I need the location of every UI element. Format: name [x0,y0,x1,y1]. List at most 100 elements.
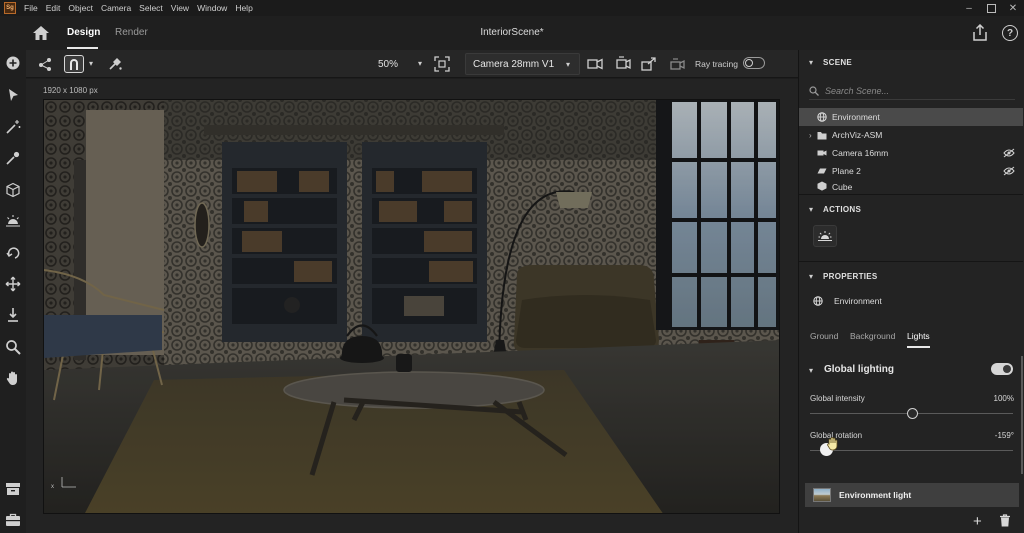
app-logo: Sg [4,2,16,14]
scene-item-archviz-asm[interactable]: › ArchViz-ASM [799,126,1023,144]
global-intensity-value[interactable]: 100% [994,394,1014,403]
zoom-value: 50% [378,58,399,70]
ray-tracing-toggle-knob [745,59,753,67]
send-to-render-icon[interactable] [668,55,686,73]
camera-value: Camera 28mm V1 [473,58,555,70]
interior-render-image [44,100,779,513]
scene-section-title: SCENE [823,58,853,67]
close-icon[interactable]: ✕ [1006,1,1020,15]
hand-icon[interactable] [4,369,22,387]
export-icon[interactable] [640,55,658,73]
share-icon[interactable] [972,23,988,42]
camera-chevron-icon: ▾ [566,60,571,69]
scene-item-label: Environment [832,112,880,122]
actions-section-title: ACTIONS [823,205,862,214]
scene-item-camera-16mm[interactable]: Camera 16mm [799,144,1023,162]
align-to-surface-icon[interactable] [106,55,124,73]
light-item-environment-light[interactable]: Environment light [805,483,1019,507]
camera-select[interactable]: Camera 28mm V1 ▾ [465,53,580,75]
orbit-icon[interactable] [4,244,22,262]
expand-chevron-icon[interactable]: › [809,131,817,140]
menu-window[interactable]: Window [197,3,227,13]
menu-help[interactable]: Help [235,3,252,13]
light-tool-icon[interactable] [4,212,22,230]
tab-ground[interactable]: Ground [810,331,838,341]
menu-view[interactable]: View [171,3,189,13]
menu-bar: Sg File Edit Object Camera Select View W… [0,0,1024,16]
scene-item-cube[interactable]: Cube [799,180,1023,192]
minimize-icon[interactable]: – [962,1,976,15]
maximize-icon[interactable] [984,1,998,15]
menu-object[interactable]: Object [68,3,93,13]
right-panel: ▾ SCENE Environment › ArchViz-ASM Camera… [798,50,1024,533]
eye-off-icon[interactable] [1003,166,1015,176]
zoom-chevron-icon: ▾ [418,59,423,68]
move-icon[interactable] [4,275,22,293]
select-arrow-icon[interactable] [4,86,22,104]
zoom-icon[interactable] [4,338,22,356]
viewport-toolbar: ▾ 50% ▾ Camera 28mm V1 ▾ Ray tracing [26,50,798,78]
scene-search[interactable] [809,82,1015,100]
3d-viewport[interactable]: x [43,99,780,514]
tab-lights[interactable]: Lights [907,331,930,341]
axis-gizmo-icon: x [51,477,76,489]
toolbox-icon[interactable] [4,511,22,529]
global-rotation-slider[interactable] [810,450,1013,451]
global-intensity-slider-thumb[interactable] [906,408,918,419]
scene-search-input[interactable] [825,85,1005,96]
add-icon[interactable] [4,54,22,72]
global-lighting-title: Global lighting [824,364,894,375]
properties-collapse-icon[interactable]: ▾ [809,272,813,281]
menu-camera[interactable]: Camera [101,3,131,13]
eyedropper-icon[interactable] [4,149,22,167]
scene-item-plane-2[interactable]: Plane 2 [799,162,1023,180]
global-lighting-collapse-icon[interactable]: ▾ [809,366,813,375]
actions-collapse-icon[interactable]: ▾ [809,205,813,214]
camera-bookmark-icon[interactable] [586,55,604,73]
help-icon[interactable]: ? [1002,25,1018,41]
global-lighting-toggle-knob [1003,365,1011,373]
scene-collapse-icon[interactable]: ▾ [809,58,813,67]
menu-file[interactable]: File [24,3,38,13]
environment-light-thumbnail [813,488,831,502]
snap-options-chevron-icon[interactable]: ▾ [89,59,93,68]
tab-active-indicator [67,47,98,49]
add-light-button[interactable]: + [973,513,982,530]
frame-selection-icon[interactable] [433,55,451,73]
ray-tracing-label: Ray tracing [695,59,738,69]
tab-active-indicator [907,346,930,348]
scene-item-environment[interactable]: Environment [799,108,1023,126]
trash-icon[interactable] [999,514,1011,527]
assets-icon[interactable] [4,480,22,498]
global-rotation-value[interactable]: -159° [995,431,1014,440]
magic-wand-icon[interactable] [4,118,22,136]
camera-icon [817,148,827,158]
menu-items: File Edit Object Camera Select View Wind… [24,3,261,13]
action-lighting-button[interactable] [813,225,837,247]
divider [799,261,1023,262]
divider [799,194,1023,195]
ray-tracing-toggle[interactable] [743,57,765,69]
canvas-area: 1920 x 1080 px x [26,79,798,533]
magnet-snap-icon[interactable] [64,55,84,73]
properties-section-title: PROPERTIES [823,272,878,281]
light-item-label: Environment light [839,490,912,500]
global-lighting-toggle[interactable] [991,363,1013,375]
global-intensity-label: Global intensity [810,394,865,403]
tab-background[interactable]: Background [850,331,895,341]
scene-item-label: ArchViz-ASM [832,130,883,140]
header-bar: Design Render InteriorScene* ? [0,16,1024,50]
drop-to-ground-icon[interactable] [4,306,22,324]
menu-edit[interactable]: Edit [46,3,61,13]
zoom-select[interactable]: 50% ▾ [370,55,432,73]
cube-tool-icon[interactable] [4,181,22,199]
scene-item-label: Cube [832,182,853,192]
camera-frame-icon[interactable] [615,55,633,73]
menu-select[interactable]: Select [139,3,163,13]
eye-off-icon[interactable] [1003,148,1015,158]
left-toolbar [0,50,26,533]
panel-scrollbar[interactable] [1021,356,1023,474]
sun-horizon-icon [818,231,832,241]
properties-target-label: Environment [834,296,882,306]
group-objects-icon[interactable] [36,55,54,73]
